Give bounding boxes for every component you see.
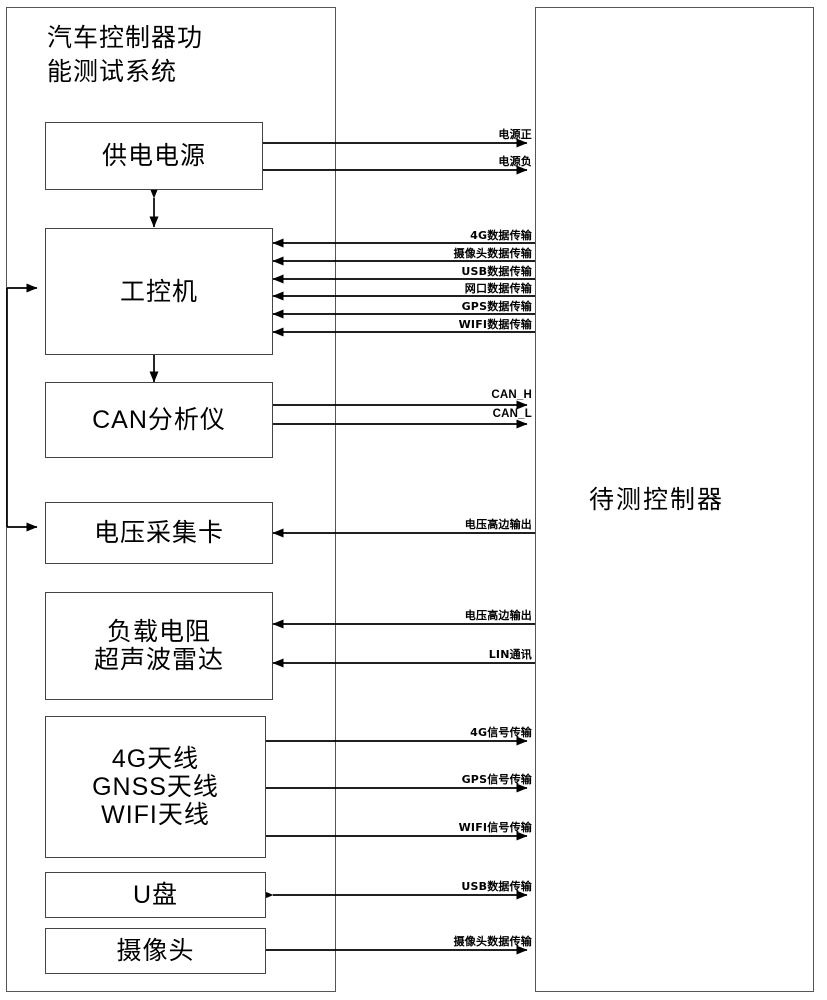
box-ultrasonic-radar-label: 超声波雷达 xyxy=(93,646,224,674)
box-gnss-antenna-label: GNSS天线 xyxy=(92,773,219,801)
signal-label-can-low: CAN_L xyxy=(492,408,532,420)
signal-label-camera-data-pc: 摄像头数据传输 xyxy=(453,247,532,260)
signal-label-lin-communication: LIN通讯 xyxy=(488,648,532,661)
box-4g-antenna-label: 4G天线 xyxy=(111,745,200,773)
box-industrial-pc[interactable]: 工控机 xyxy=(45,228,273,355)
signal-label-voltage-high-side-output-2: 电压高边输出 xyxy=(464,609,532,622)
signal-label-power-positive: 电源正 xyxy=(498,128,532,141)
box-power-supply-label: 供电电源 xyxy=(101,142,206,170)
signal-label-voltage-high-side-output-1: 电压高边输出 xyxy=(464,518,532,531)
signal-label-4g-signal: 4G信号传输 xyxy=(470,726,532,739)
box-usb-drive[interactable]: U盘 xyxy=(45,872,266,918)
box-camera[interactable]: 摄像头 xyxy=(45,928,266,974)
box-usb-drive-label: U盘 xyxy=(132,881,179,909)
signal-label-usb-data-drive: USB数据传输 xyxy=(461,880,532,893)
box-can-analyzer[interactable]: CAN分析仪 xyxy=(45,382,273,458)
signal-label-camera-data: 摄像头数据传输 xyxy=(453,935,532,948)
signal-label-wifi-data: WIFI数据传输 xyxy=(458,318,532,331)
signal-label-can-high: CAN_H xyxy=(491,389,532,401)
box-power-supply[interactable]: 供电电源 xyxy=(45,122,263,190)
box-industrial-pc-label: 工控机 xyxy=(119,277,198,306)
box-load-resistor-ultrasonic-radar[interactable]: 负载电阻 超声波雷达 xyxy=(45,592,273,700)
box-camera-label: 摄像头 xyxy=(116,937,195,965)
signal-label-gps-signal: GPS信号传输 xyxy=(461,773,532,786)
signal-label-wifi-signal: WIFI信号传输 xyxy=(458,821,532,834)
signal-label-4g-data: 4G数据传输 xyxy=(470,229,532,242)
box-load-resistor-label: 负载电阻 xyxy=(106,618,211,646)
box-can-analyzer-label: CAN分析仪 xyxy=(92,406,226,434)
signal-label-power-negative: 电源负 xyxy=(498,155,532,168)
signal-label-usb-data-pc: USB数据传输 xyxy=(461,265,532,278)
signal-label-gps-data: GPS数据传输 xyxy=(461,300,532,313)
system-block-diagram: 汽车控制器功 能测试系统 待测控制器 供电电源 工控机 CAN分析仪 电压采集卡… xyxy=(0,0,827,1000)
box-voltage-acquisition-card[interactable]: 电压采集卡 xyxy=(45,502,273,564)
signal-label-ethernet-data: 网口数据传输 xyxy=(464,282,532,295)
box-antennas[interactable]: 4G天线 GNSS天线 WIFI天线 xyxy=(45,716,266,858)
box-wifi-antenna-label: WIFI天线 xyxy=(101,801,210,829)
box-voltage-acquisition-card-label: 电压采集卡 xyxy=(93,519,224,547)
